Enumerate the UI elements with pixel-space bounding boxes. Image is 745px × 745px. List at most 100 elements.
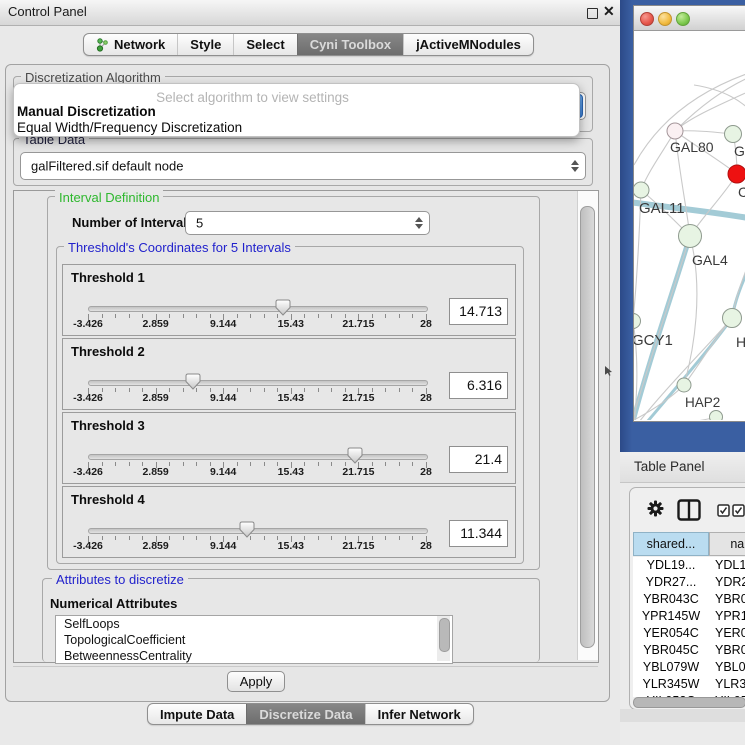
slider-tick	[304, 536, 305, 540]
threshold-value-field[interactable]: 14.713	[449, 298, 508, 325]
minimize-traffic-light[interactable]	[658, 12, 672, 26]
number-of-intervals-value: 5	[196, 216, 203, 231]
slider-tick	[142, 314, 143, 318]
list-scrollbar-thumb[interactable]	[439, 618, 450, 652]
thresholds-group-title: Threshold's Coordinates for 5 Intervals	[64, 240, 295, 255]
number-of-intervals-combobox[interactable]: 5	[185, 211, 430, 235]
threshold-value-field[interactable]: 11.344	[449, 520, 508, 547]
threshold-slider-track[interactable]	[88, 380, 428, 386]
gear-icon[interactable]	[647, 500, 664, 522]
tab-network[interactable]: Network	[84, 34, 177, 55]
zoom-traffic-light[interactable]	[676, 12, 690, 26]
slider-tick-label: -3.426	[58, 318, 118, 330]
threshold-value-field[interactable]: 6.316	[449, 372, 508, 399]
network-node[interactable]	[679, 225, 702, 248]
tab-impute-data[interactable]: Impute Data	[148, 704, 246, 724]
network-node-label: HAP2	[685, 395, 720, 410]
cell-name: YDL19...	[715, 557, 745, 574]
list-item[interactable]: SelfLoops	[56, 616, 452, 632]
table-row[interactable]: YPR145WYPR145W	[633, 608, 745, 625]
network-node[interactable]	[634, 314, 641, 329]
slider-tick	[210, 462, 211, 466]
slider-tick	[331, 536, 332, 540]
threshold-slider-thumb[interactable]	[275, 299, 291, 321]
slider-tick	[237, 314, 238, 318]
cell-name: YBL079W	[715, 659, 745, 676]
tab-label: Discretize Data	[259, 706, 352, 723]
float-window-icon[interactable]	[587, 8, 598, 19]
table-row[interactable]: YBR043CYBR043C	[633, 591, 745, 608]
network-window-titlebar[interactable]	[634, 6, 745, 31]
apply-button[interactable]: Apply	[227, 671, 285, 692]
tab-select[interactable]: Select	[233, 34, 296, 55]
table-row[interactable]: YBR045CYBR045C	[633, 642, 745, 659]
list-item[interactable]: BetweennessCentrality	[56, 648, 452, 664]
slider-tick	[372, 462, 373, 466]
slider-tick	[304, 388, 305, 392]
slider-tick	[250, 462, 251, 466]
spinner-arrows-icon	[415, 217, 422, 229]
checkbox-icon[interactable]	[732, 504, 745, 522]
horizontal-scrollbar-thumb[interactable]	[633, 697, 745, 708]
column-header-shared-name[interactable]: shared...	[633, 532, 709, 556]
slider-tick	[196, 314, 197, 318]
tab-label: Select	[246, 36, 284, 53]
network-node-label: GA	[734, 143, 745, 159]
tab-cyni-toolbox[interactable]: Cyni Toolbox	[297, 34, 403, 55]
table-data-value: galFiltered.sif default node	[31, 159, 183, 174]
slider-tick	[102, 314, 103, 318]
network-node[interactable]	[667, 123, 683, 139]
network-canvas[interactable]: GAL80GACGAL11GAL4GCY1HHAP2	[634, 30, 745, 420]
list-item[interactable]: TopologicalCoefficient	[56, 632, 452, 648]
table-row[interactable]: YDL19... YDL19...	[633, 557, 745, 574]
column-header-name[interactable]: name	[709, 532, 745, 556]
slider-tick	[129, 536, 130, 540]
threshold-slider-track[interactable]	[88, 454, 428, 460]
settings-scrollbar-thumb[interactable]	[580, 206, 595, 648]
table-data-combobox[interactable]: galFiltered.sif default node	[20, 152, 586, 180]
slider-tick-label: 15.43	[261, 392, 321, 404]
slider-tick	[196, 536, 197, 540]
table-row[interactable]: YDR27...YDR27...	[633, 574, 745, 591]
table-row[interactable]: YBL079WYBL079W	[633, 659, 745, 676]
table-panel-title: Table Panel	[634, 459, 705, 474]
slider-tick	[372, 314, 373, 318]
table-row[interactable]: YER054CYER054C	[633, 625, 745, 642]
cell-shared-name: YDL19...	[633, 557, 709, 574]
table-rows: YDL19... YDL19...YDR27...YDR27...YBR043CY…	[633, 557, 745, 697]
tab-jactivemnodules[interactable]: jActiveMNodules	[403, 34, 533, 55]
slider-tick-label: -3.426	[58, 466, 118, 478]
slider-tick-label: 2.859	[126, 540, 186, 552]
dropdown-option-manual[interactable]: Manual Discretization	[17, 104, 156, 119]
network-node[interactable]	[710, 411, 723, 421]
slider-tick	[250, 388, 251, 392]
algorithm-dropdown: Select algorithm to view settings Manual…	[13, 83, 580, 137]
tab-style[interactable]: Style	[177, 34, 233, 55]
threshold-label: Threshold 1	[71, 270, 145, 285]
network-node[interactable]	[725, 126, 742, 143]
network-node[interactable]	[723, 309, 742, 328]
tab-discretize-data[interactable]: Discretize Data	[246, 704, 364, 724]
slider-tick	[412, 462, 413, 466]
threshold-slider-track[interactable]	[88, 306, 428, 312]
close-icon[interactable]: ✕	[603, 3, 615, 20]
threshold-slider-thumb[interactable]	[347, 447, 363, 469]
table-row[interactable]: YLR345WYLR345W	[633, 676, 745, 693]
network-node[interactable]	[677, 378, 691, 392]
split-pane-icon[interactable]	[677, 499, 701, 526]
threshold-slider-thumb[interactable]	[185, 373, 201, 395]
cell-shared-name: YER054C	[633, 625, 709, 642]
dropdown-option-equal-width[interactable]: Equal Width/Frequency Discretization	[17, 120, 242, 135]
close-traffic-light[interactable]	[640, 12, 654, 26]
control-panel-title: Control Panel	[8, 4, 87, 19]
slider-tick	[331, 462, 332, 466]
threshold-slider-thumb[interactable]	[239, 521, 255, 543]
network-node[interactable]	[728, 165, 745, 183]
slider-tick-label: 28	[396, 466, 456, 478]
network-node[interactable]	[634, 182, 649, 198]
threshold-value-field[interactable]: 21.4	[449, 446, 508, 473]
checkbox-icon[interactable]	[717, 504, 730, 522]
numerical-attributes-list[interactable]: SelfLoopsTopologicalCoefficientBetweenne…	[55, 615, 453, 664]
threshold-slider-track[interactable]	[88, 528, 428, 534]
tab-infer-network[interactable]: Infer Network	[365, 704, 473, 724]
